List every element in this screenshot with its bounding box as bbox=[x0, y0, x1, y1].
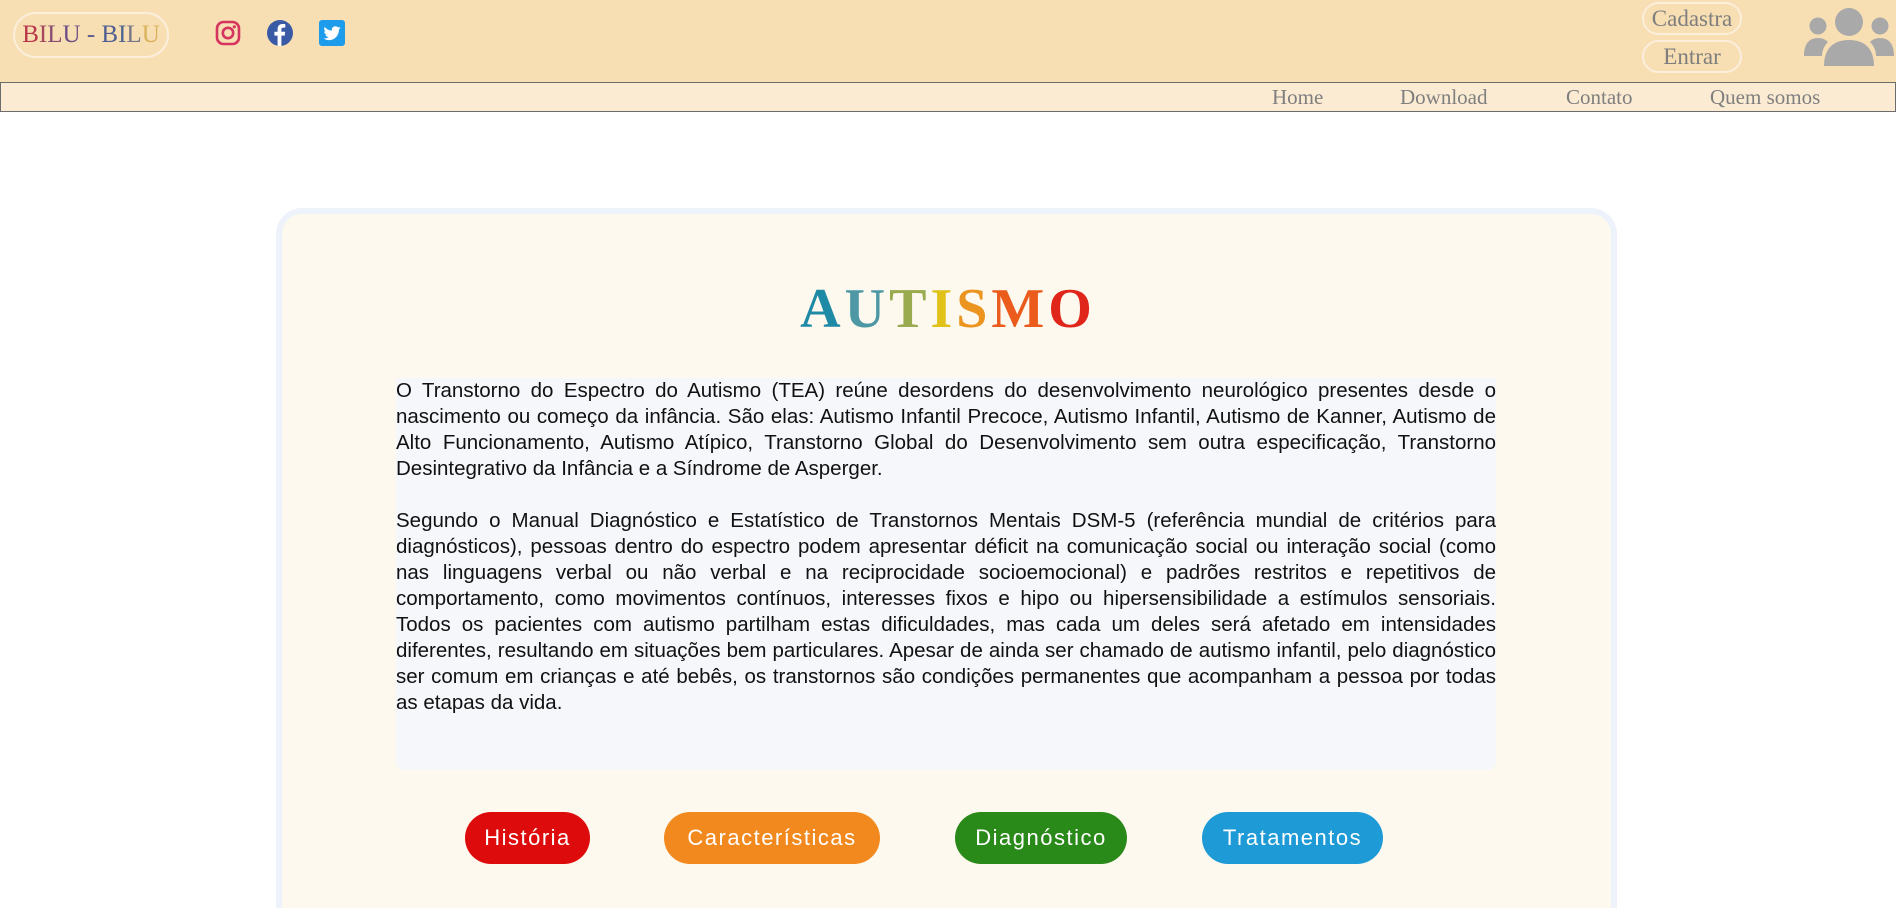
title-letter: O bbox=[1048, 277, 1096, 340]
dsm5-paragraph: Segundo o Manual Diagnóstico e Estatísti… bbox=[396, 509, 1496, 714]
nav-contato[interactable]: Contato bbox=[1566, 84, 1633, 110]
brand-letter: B bbox=[22, 21, 39, 48]
brand-letter: B bbox=[101, 21, 119, 48]
diagnostico-button[interactable]: Diagnóstico bbox=[955, 812, 1127, 864]
intro-paragraph: O Transtorno do Espectro do Autismo (TEA… bbox=[396, 379, 1496, 480]
historia-button[interactable]: História bbox=[465, 812, 590, 864]
login-button[interactable]: Entrar bbox=[1642, 40, 1742, 73]
facebook-icon[interactable] bbox=[266, 19, 294, 47]
brand-logo[interactable]: BILU - BILU bbox=[13, 12, 169, 58]
nav-download[interactable]: Download bbox=[1400, 84, 1488, 110]
nav-home[interactable]: Home bbox=[1272, 84, 1323, 110]
page-title: AUTISMO bbox=[0, 274, 1896, 344]
brand-letter: U bbox=[62, 21, 81, 48]
brand-letter: I bbox=[118, 21, 127, 48]
brand-letter: U bbox=[141, 21, 160, 48]
main-nav: Home Download Contato Quem somos bbox=[0, 82, 1896, 112]
nav-quem-somos[interactable]: Quem somos bbox=[1710, 84, 1820, 110]
title-letter: U bbox=[844, 277, 890, 340]
brand-letter: I bbox=[38, 21, 48, 48]
users-icon[interactable] bbox=[1804, 6, 1894, 70]
description-box: O Transtorno do Espectro do Autismo (TEA… bbox=[396, 378, 1496, 770]
title-letter: T bbox=[889, 277, 931, 340]
title-letter: I bbox=[930, 277, 957, 340]
brand-letter: L bbox=[47, 21, 63, 48]
title-letter: M bbox=[991, 277, 1049, 340]
brand-letter: - bbox=[80, 21, 102, 48]
tratamentos-button[interactable]: Tratamentos bbox=[1202, 812, 1383, 864]
brand-letter: L bbox=[126, 21, 142, 48]
signup-button[interactable]: Cadastra bbox=[1642, 2, 1742, 35]
instagram-icon[interactable] bbox=[214, 19, 242, 47]
title-letter: A bbox=[800, 277, 845, 340]
caracteristicas-button[interactable]: Características bbox=[664, 812, 880, 864]
twitter-icon[interactable] bbox=[318, 19, 346, 47]
top-header: BILU - BILU Cadastra Entrar bbox=[0, 0, 1896, 82]
title-letter: S bbox=[956, 277, 992, 340]
